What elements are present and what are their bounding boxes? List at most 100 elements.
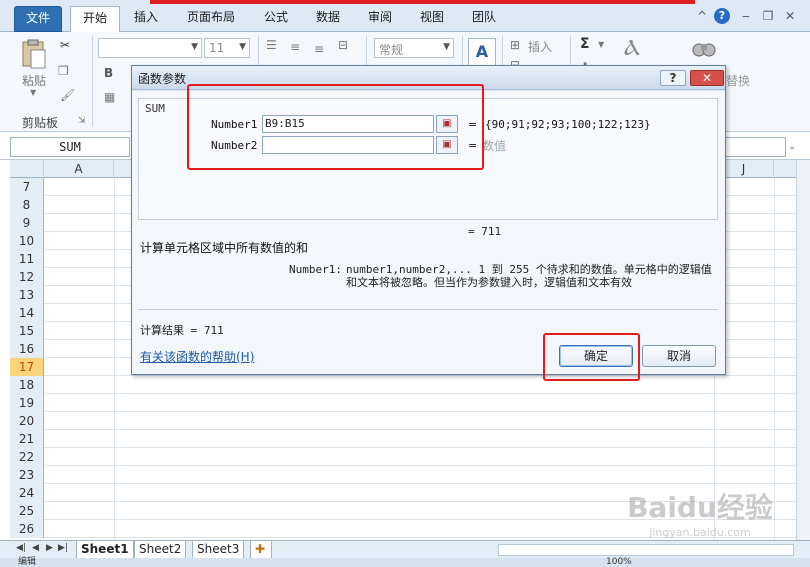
close-icon[interactable]: ✕ — [782, 8, 798, 24]
help-icon[interactable]: ? — [714, 8, 730, 24]
wrap-text-icon[interactable]: ⊟ — [338, 38, 348, 52]
bold-button[interactable]: B — [104, 66, 113, 80]
font-size-combo[interactable]: 11 ▼ — [204, 38, 250, 58]
top-highlight-line — [150, 0, 695, 4]
column-header-a[interactable]: A — [44, 160, 114, 178]
tab-home[interactable]: 开始 — [70, 6, 120, 33]
tab-formulas[interactable]: 公式 — [254, 6, 298, 32]
insert-cells-icon[interactable]: ⊞ — [510, 38, 520, 52]
select-all-corner[interactable] — [10, 160, 44, 178]
row-header[interactable]: 13 — [10, 286, 44, 304]
status-bar: 编辑 100% — [0, 558, 810, 567]
find-select-icon[interactable] — [690, 38, 718, 62]
zoom-level[interactable]: 100% — [606, 558, 632, 567]
dialog-title: 函数参数 — [138, 72, 187, 86]
sheet-tab-1[interactable]: Sheet1 — [76, 541, 134, 559]
number-format-combo[interactable]: 常规 ▼ — [374, 38, 454, 58]
group-separator — [92, 36, 93, 126]
formula-result: = 711 — [468, 225, 502, 238]
dialog-help-button[interactable]: ? — [660, 70, 686, 86]
table-row: 19 — [10, 394, 796, 412]
paste-dropdown-icon[interactable]: ▼ — [30, 88, 36, 97]
function-help-link[interactable]: 有关该函数的帮助(H) — [140, 348, 254, 365]
tab-view[interactable]: 视图 — [410, 6, 454, 32]
sheet-tab-3[interactable]: Sheet3 — [192, 541, 245, 559]
autosum-icon[interactable]: Σ — [580, 36, 590, 52]
tab-file[interactable]: 文件 — [14, 6, 62, 32]
next-sheet-icon[interactable]: ▶ — [46, 543, 53, 553]
row-header[interactable]: 17 — [10, 358, 44, 376]
clipboard-launcher-icon[interactable]: ⇲ — [78, 116, 86, 126]
sheet-tab-2[interactable]: Sheet2 — [134, 541, 187, 559]
row-header[interactable]: 12 — [10, 268, 44, 286]
prev-sheet-icon[interactable]: ◀ — [32, 543, 39, 553]
row-header[interactable]: 25 — [10, 502, 44, 520]
number-format-value: 常规 — [379, 43, 404, 57]
tab-team[interactable]: 团队 — [462, 6, 506, 32]
row-header[interactable]: 9 — [10, 214, 44, 232]
tab-data[interactable]: 数据 — [306, 6, 350, 32]
row-header[interactable]: 21 — [10, 430, 44, 448]
font-name-combo[interactable]: ▼ — [98, 38, 202, 58]
first-sheet-icon[interactable]: ◀| — [16, 543, 26, 553]
ribbon-tab-bar: 文件 开始 插入 页面布局 公式 数据 审阅 视图 团队 ^ ? ‒ ❐ ✕ — [0, 0, 810, 33]
align-middle-icon[interactable]: ≡ — [290, 40, 300, 54]
table-row: 23 — [10, 466, 796, 484]
autosum-dropdown-icon[interactable]: ▼ — [598, 40, 604, 49]
align-bottom-icon[interactable]: ≡ — [314, 42, 324, 56]
table-row: 22 — [10, 448, 796, 466]
row-header[interactable]: 24 — [10, 484, 44, 502]
row-header[interactable]: 23 — [10, 466, 44, 484]
name-box[interactable]: SUM — [10, 137, 130, 157]
table-row: 18 — [10, 376, 796, 394]
tab-review[interactable]: 审阅 — [358, 6, 402, 32]
function-description: 计算单元格区域中所有数值的和 — [140, 241, 309, 255]
styles-icon[interactable]: A — [468, 38, 496, 66]
function-name: SUM — [145, 102, 165, 115]
row-header[interactable]: 20 — [10, 412, 44, 430]
highlight-box-arguments — [187, 84, 484, 170]
paste-label[interactable]: 粘贴 — [22, 72, 46, 89]
minimize-icon[interactable]: ‒ — [738, 8, 754, 24]
tab-insert[interactable]: 插入 — [124, 6, 168, 32]
cancel-button[interactable]: 取消 — [642, 345, 716, 367]
cut-icon[interactable]: ✂ — [60, 38, 70, 52]
table-row: 21 — [10, 430, 796, 448]
row-header[interactable]: 15 — [10, 322, 44, 340]
number1-result: {90;91;92;93;100;122;123} — [485, 118, 651, 131]
last-sheet-icon[interactable]: ▶| — [58, 543, 68, 553]
arg-help-text: number1,number2,... 1 到 255 个待求和的数值。单元格中… — [346, 263, 712, 289]
replace-label[interactable]: 替换 — [726, 72, 750, 89]
row-header[interactable]: 18 — [10, 376, 44, 394]
row-header[interactable]: 7 — [10, 178, 44, 196]
row-header[interactable]: 22 — [10, 448, 44, 466]
dialog-close-button[interactable]: ✕ — [690, 70, 724, 86]
row-header[interactable]: 16 — [10, 340, 44, 358]
row-header[interactable]: 10 — [10, 232, 44, 250]
sort-filter-icon[interactable]: Ⲁ — [624, 36, 640, 61]
baidu-watermark: Baidu经验 jingyan.baidu.com — [615, 486, 785, 556]
new-sheet-icon[interactable]: ✚ — [250, 541, 272, 559]
copy-icon[interactable]: ❐ — [58, 64, 69, 78]
borders-icon[interactable]: ▦ — [104, 90, 115, 104]
vertical-scrollbar[interactable] — [796, 160, 810, 540]
row-header[interactable]: 11 — [10, 250, 44, 268]
insert-cells-label[interactable]: 插入 — [528, 38, 552, 55]
font-size-value: 11 — [209, 41, 225, 55]
row-header[interactable]: 19 — [10, 394, 44, 412]
watermark-url: jingyan.baidu.com — [649, 526, 751, 539]
expand-formula-bar-icon[interactable]: ⌄ — [786, 137, 798, 157]
row-header[interactable]: 26 — [10, 520, 44, 538]
row-header[interactable]: 8 — [10, 196, 44, 214]
clipboard-group-label: 剪贴板 — [22, 116, 59, 130]
tab-page-layout[interactable]: 页面布局 — [178, 6, 244, 32]
minimize-ribbon-icon[interactable]: ^ — [694, 8, 710, 24]
table-row: 20 — [10, 412, 796, 430]
format-painter-icon[interactable]: 🖌 — [60, 88, 75, 102]
status-mode: 编辑 — [18, 557, 37, 567]
row-header[interactable]: 14 — [10, 304, 44, 322]
align-top-icon[interactable]: ☰ — [266, 38, 277, 52]
restore-icon[interactable]: ❐ — [760, 8, 776, 24]
paste-icon[interactable] — [20, 38, 48, 70]
calculation-result: 计算结果 = 711 — [140, 324, 224, 337]
